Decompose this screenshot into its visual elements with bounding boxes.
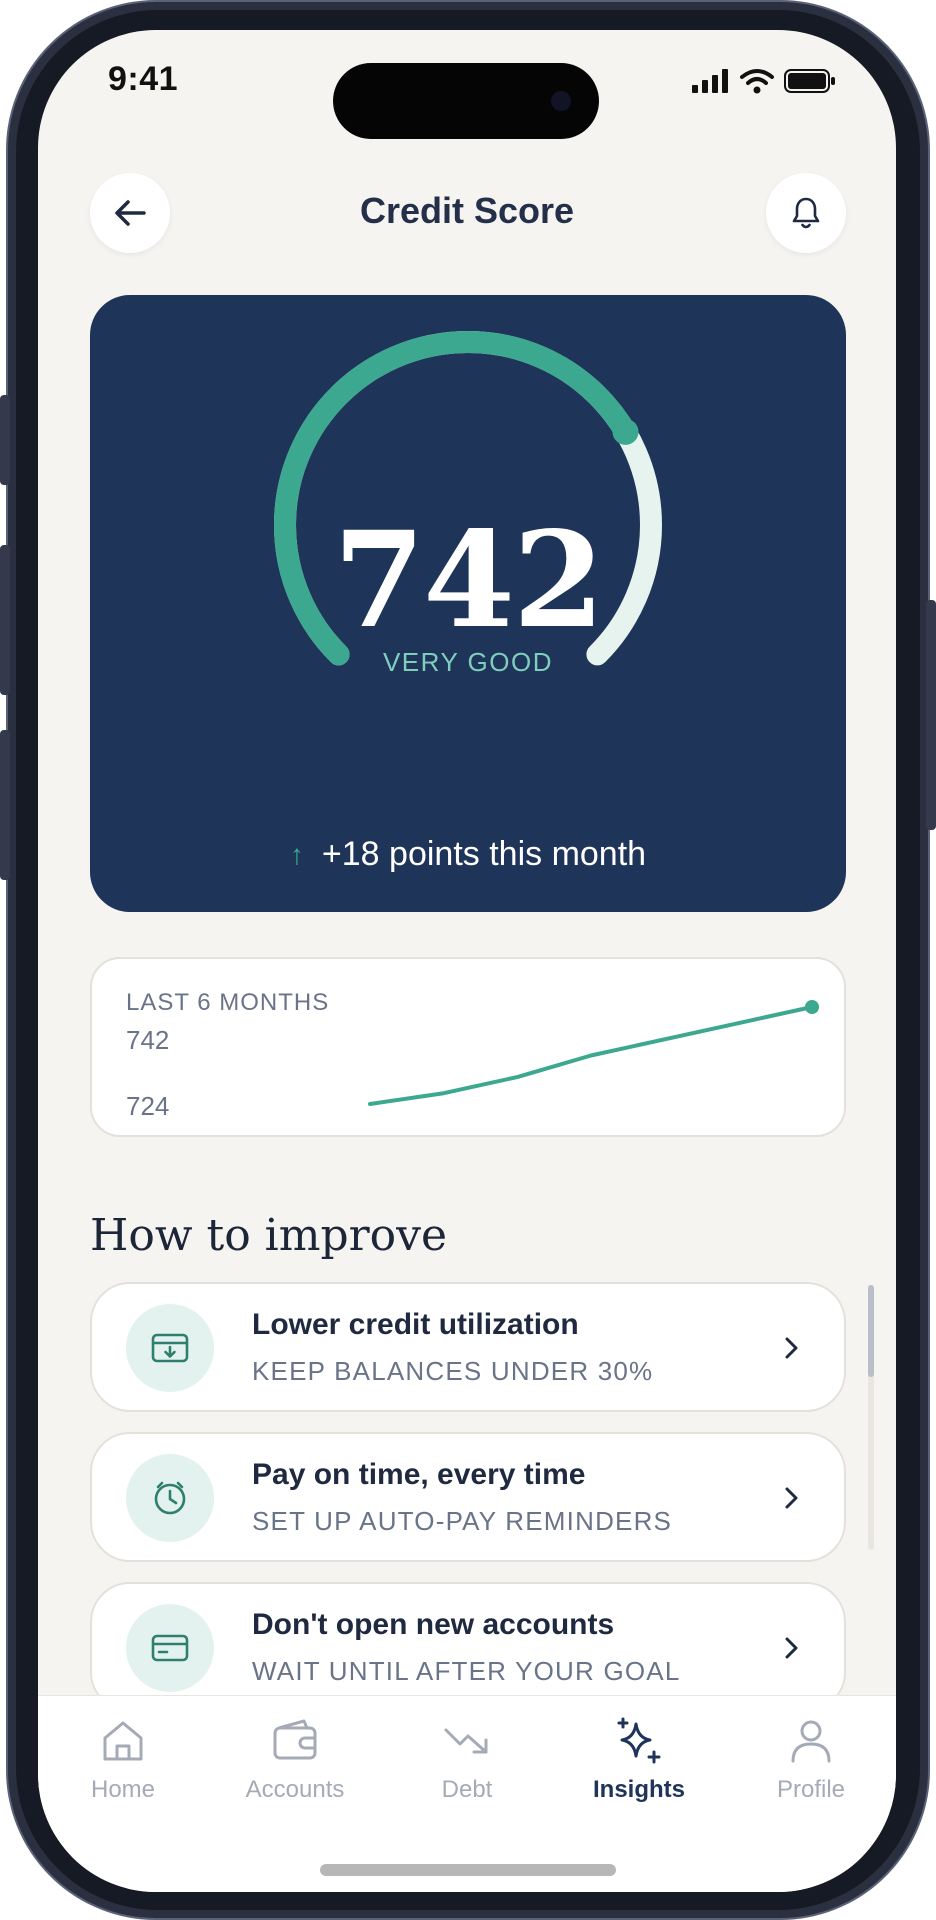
tip-title: Don't open new accounts	[252, 1608, 615, 1641]
side-button	[0, 730, 10, 880]
score-card: 742 VERY GOOD ↑ +18 points this month	[90, 295, 846, 912]
wifi-icon	[740, 69, 774, 94]
home-indicator[interactable]	[320, 1864, 616, 1876]
score-value: 742	[333, 503, 605, 658]
wallet-icon	[273, 1719, 317, 1760]
tab-label: Accounts	[245, 1776, 345, 1803]
tab-profile[interactable]: Profile	[736, 1716, 886, 1804]
tab-debt[interactable]: Debt	[392, 1716, 542, 1804]
chevron-right-icon	[785, 1637, 798, 1659]
tip-icon-badge	[126, 1454, 214, 1542]
tip-subtitle: WAIT UNTIL AFTER YOUR GOAL	[252, 1656, 681, 1686]
arrow-up-icon: ↑	[289, 838, 304, 870]
tip-icon-badge	[126, 1604, 214, 1692]
notifications-button[interactable]	[766, 173, 846, 253]
trend-latest-point	[805, 1000, 819, 1014]
trend-down-icon	[444, 1728, 488, 1754]
trend-card[interactable]: LAST 6 MONTHS 742 724	[90, 957, 846, 1137]
credit-card-icon	[151, 1634, 189, 1662]
section-title: How to improve	[90, 1210, 448, 1261]
tip-icon-badge	[126, 1304, 214, 1392]
tip-subtitle: SET UP AUTO-PAY REMINDERS	[252, 1506, 673, 1536]
tab-home[interactable]: Home	[48, 1716, 198, 1804]
tab-insights[interactable]: Insights	[564, 1716, 714, 1804]
tab-label: Profile	[776, 1776, 846, 1803]
battery-icon	[784, 69, 835, 93]
tab-accounts[interactable]: Accounts	[220, 1716, 370, 1804]
side-button	[0, 395, 10, 485]
chevron-right-icon	[785, 1487, 798, 1509]
tab-label: Debt	[441, 1776, 493, 1803]
camera-icon	[551, 91, 571, 111]
tip-title: Pay on time, every time	[252, 1458, 586, 1491]
side-button	[926, 600, 936, 830]
tab-bar: Home Accounts Debt Insights Profile	[38, 1695, 896, 1892]
tip-card[interactable]: Lower credit utilization KEEP BALANCES U…	[90, 1282, 846, 1412]
status-time: 9:41	[108, 60, 179, 98]
tab-label: Home	[90, 1776, 156, 1803]
scrollbar-thumb[interactable]	[868, 1285, 874, 1377]
tab-label: Insights	[592, 1776, 685, 1803]
signal-icon	[692, 69, 728, 93]
status-icons	[692, 68, 836, 94]
sparkle-icon	[617, 1717, 661, 1764]
chevron-right-icon	[785, 1337, 798, 1359]
card-download-icon	[151, 1333, 189, 1363]
trend-sparkline	[368, 1000, 819, 1106]
trend-line	[368, 1005, 814, 1106]
score-change: ↑ +18 points this month	[90, 835, 846, 874]
clock-icon	[154, 1481, 186, 1515]
tip-card[interactable]: Don't open new accounts WAIT UNTIL AFTER…	[90, 1582, 846, 1712]
bell-icon	[792, 197, 820, 229]
tip-card[interactable]: Pay on time, every time SET UP AUTO-PAY …	[90, 1432, 846, 1562]
screen: 9:41 Credit Score 742 VERY GOOD ↑ +18 po…	[38, 30, 896, 1892]
side-button	[0, 545, 10, 695]
home-icon	[103, 1721, 143, 1761]
tip-title: Lower credit utilization	[252, 1308, 579, 1341]
scrollbar[interactable]	[868, 1285, 874, 1550]
person-icon	[791, 1720, 831, 1763]
tip-subtitle: KEEP BALANCES UNDER 30%	[252, 1356, 654, 1386]
dynamic-island	[333, 63, 599, 139]
gauge-knob	[612, 418, 639, 445]
score-rating: VERY GOOD	[382, 647, 554, 677]
score-change-text: +18 points this month	[321, 835, 647, 873]
